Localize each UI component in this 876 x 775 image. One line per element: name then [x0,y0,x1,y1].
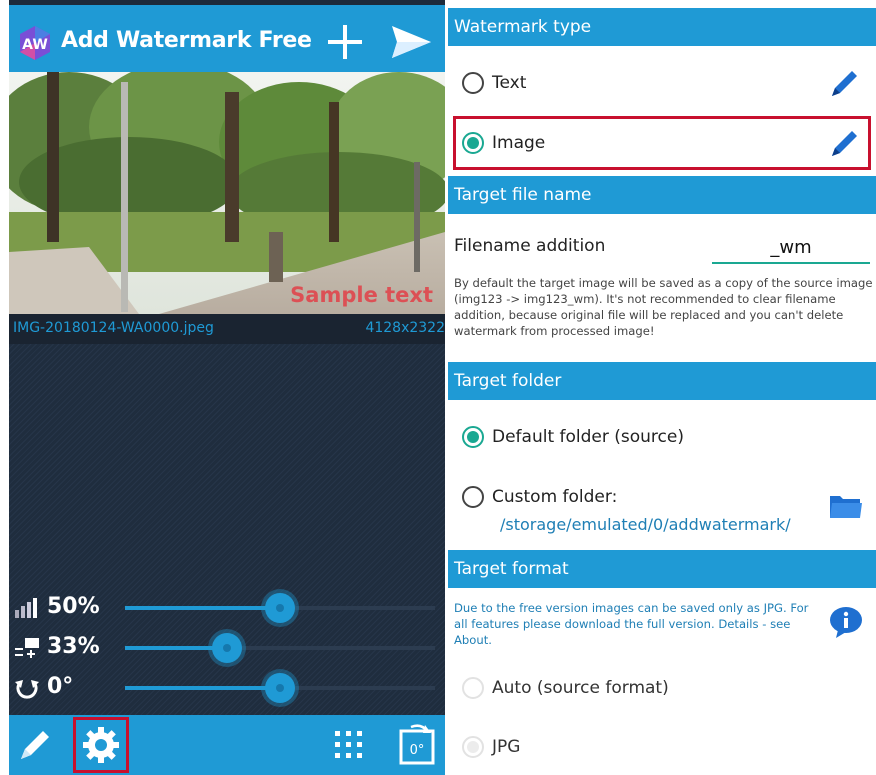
app-logo-text: AW [22,37,48,53]
filename-description: By default the target image will be save… [454,276,873,338]
jpg-format-radio[interactable] [462,736,484,758]
default-folder-radio[interactable] [462,426,484,448]
text-radio[interactable] [462,72,484,94]
app-toolbar: AW Add Watermark Free [9,5,445,72]
pencil-icon [21,731,49,759]
opacity-slider-row: 50% [9,588,445,628]
size-value: 33% [47,634,100,659]
custom-folder-radio[interactable] [462,486,484,508]
rotate-button[interactable]: 0° [397,723,437,767]
plus-icon [328,25,362,59]
send-icon [392,26,431,58]
target-file-header: Target file name [448,176,876,214]
file-dimensions: 4128x2322 [365,320,445,336]
browse-folder-button[interactable] [828,490,864,522]
info-icon [830,607,862,638]
custom-folder-label: Custom folder: [492,487,618,507]
size-icon [13,636,41,660]
settings-button[interactable] [73,717,129,773]
default-folder-label: Default folder (source) [492,427,684,447]
text-option-label: Text [492,73,527,93]
image-option-label: Image [492,133,546,153]
edit-text-button[interactable] [828,66,862,100]
grid-icon [335,731,362,758]
opacity-icon [13,596,41,620]
preview-image[interactable] [9,62,445,314]
auto-format-label: Auto (source format) [492,678,669,698]
auto-format-radio[interactable] [462,677,484,699]
custom-folder-path: /storage/emulated/0/addwatermark/ [500,515,791,534]
image-radio[interactable] [462,132,484,154]
gear-icon [83,727,119,763]
add-button[interactable] [325,22,365,62]
filename-addition-input[interactable] [712,232,870,264]
rotation-slider-handle[interactable] [265,673,295,703]
size-slider-row: 33% [9,628,445,668]
settings-panel: Watermark type Text Image Target file na… [448,0,876,775]
rotation-slider[interactable] [125,673,435,703]
rotate-angle-label: 0° [410,743,425,758]
watermark-sample-text[interactable]: Sample text [290,283,433,307]
pencil-icon [832,131,857,156]
bottom-toolbar: 0° [9,715,445,775]
rotate-icon: 0° [399,724,435,765]
folder-icon [830,496,862,518]
rotation-value: 0° [47,674,74,699]
rotation-slider-row: 0° [9,668,445,708]
target-format-header: Target format [448,550,876,588]
editor-panel: AW Add Watermark Free Sample text IMG-20… [9,0,445,775]
about-info-button[interactable] [828,606,864,638]
position-grid-button[interactable] [329,725,369,765]
pencil-icon [832,71,857,96]
opacity-slider[interactable] [125,593,435,623]
filename-addition-label: Filename addition [454,236,606,256]
opacity-value: 50% [47,594,100,619]
jpg-format-label: JPG [492,737,521,757]
app-logo: AW [17,25,53,61]
rotation-slider-fill [125,686,280,690]
file-name: IMG-20180124-WA0000.jpeg [13,320,214,336]
rotation-icon [13,676,41,700]
size-slider-handle[interactable] [212,633,242,663]
watermark-type-header: Watermark type [448,8,876,46]
edit-button[interactable] [15,725,55,765]
target-folder-header: Target folder [448,362,876,400]
format-note: Due to the free version images can be sa… [454,601,809,647]
size-slider[interactable] [125,633,435,663]
opacity-slider-handle[interactable] [265,593,295,623]
opacity-slider-fill [125,606,280,610]
app-title: Add Watermark Free [61,28,312,53]
send-button[interactable] [389,22,433,62]
edit-image-button[interactable] [828,126,862,160]
